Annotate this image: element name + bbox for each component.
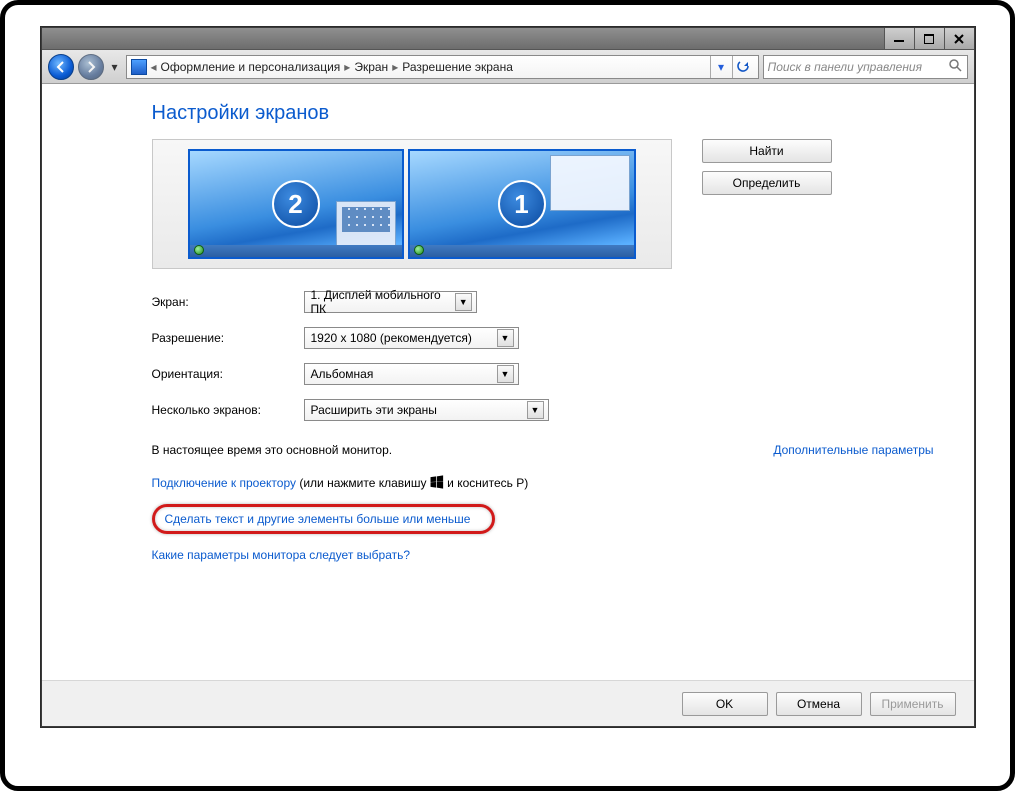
display-arrangement[interactable]: 2 1 <box>152 139 672 269</box>
chevron-down-icon: ▼ <box>455 293 472 311</box>
multiple-displays-select[interactable]: Расширить эти экраны ▼ <box>304 399 549 421</box>
resolution-label: Разрешение: <box>152 331 304 345</box>
monitor-2[interactable]: 2 <box>188 149 404 259</box>
chevron-right-icon: ◂ <box>151 60 157 74</box>
arrow-left-icon <box>55 61 67 73</box>
titlebar <box>42 28 974 50</box>
window-frame: ▾ ◂ Оформление и персонализация ▸ Экран … <box>41 27 975 727</box>
arrow-right-icon <box>85 61 97 73</box>
multiple-displays-value: Расширить эти экраны <box>311 403 437 417</box>
orientation-label: Ориентация: <box>152 367 304 381</box>
multiple-displays-label: Несколько экранов: <box>152 403 304 417</box>
monitor-number: 2 <box>272 180 320 228</box>
apply-button: Применить <box>870 692 956 716</box>
chevron-down-icon: ▼ <box>527 401 544 419</box>
back-button[interactable] <box>48 54 74 80</box>
footer-buttons: OK Отмена Применить <box>42 680 974 726</box>
identify-button[interactable]: Определить <box>702 171 832 195</box>
windows-key-icon <box>430 475 444 489</box>
maximize-button[interactable] <box>914 28 944 49</box>
chevron-down-icon: ▼ <box>497 329 514 347</box>
orientation-value: Альбомная <box>311 367 374 381</box>
refresh-button[interactable] <box>732 56 754 78</box>
resolution-select[interactable]: 1920 x 1080 (рекомендуется) ▼ <box>304 327 519 349</box>
breadcrumb-part[interactable]: Разрешение экрана <box>402 60 513 74</box>
minimize-button[interactable] <box>884 28 914 49</box>
maximize-icon <box>924 34 934 44</box>
advanced-settings-link[interactable]: Дополнительные параметры <box>773 443 933 457</box>
minimize-icon <box>894 34 904 44</box>
address-bar[interactable]: ◂ Оформление и персонализация ▸ Экран ▸ … <box>126 55 759 79</box>
projector-link[interactable]: Подключение к проектору <box>152 476 297 490</box>
detect-button[interactable]: Найти <box>702 139 832 163</box>
screen-value: 1. Дисплей мобильного ПК <box>311 288 455 316</box>
mini-window-icon <box>336 201 396 251</box>
close-icon <box>954 34 964 44</box>
chevron-right-icon: ▸ <box>344 60 350 74</box>
which-settings-link[interactable]: Какие параметры монитора следует выбрать… <box>152 548 411 562</box>
chevron-right-icon: ▸ <box>392 60 398 74</box>
navigation-bar: ▾ ◂ Оформление и персонализация ▸ Экран … <box>42 50 974 84</box>
screen-select[interactable]: 1. Дисплей мобильного ПК ▼ <box>304 291 477 313</box>
screen-label: Экран: <box>152 295 304 309</box>
page-title: Настройки экранов <box>152 102 934 125</box>
monitor-number: 1 <box>498 180 546 228</box>
refresh-icon <box>736 60 750 74</box>
search-input[interactable]: Поиск в панели управления <box>763 55 968 79</box>
projector-hint-b: и коснитесь P) <box>444 476 528 490</box>
resolution-value: 1920 x 1080 (рекомендуется) <box>311 331 472 345</box>
cancel-button[interactable]: Отмена <box>776 692 862 716</box>
address-dropdown[interactable]: ▾ <box>710 56 732 78</box>
orientation-select[interactable]: Альбомная ▼ <box>304 363 519 385</box>
breadcrumb-part[interactable]: Оформление и персонализация <box>161 60 341 74</box>
search-icon <box>948 58 962 75</box>
primary-monitor-status: В настоящее время это основной монитор. <box>152 443 393 457</box>
annotation-highlight: Сделать текст и другие элементы больше и… <box>152 504 496 534</box>
projector-hint-a: (или нажмите клавишу <box>296 476 430 490</box>
search-placeholder: Поиск в панели управления <box>768 60 923 74</box>
close-button[interactable] <box>944 28 974 49</box>
breadcrumb-part[interactable]: Экран <box>354 60 388 74</box>
text-size-link[interactable]: Сделать текст и другие элементы больше и… <box>165 512 471 526</box>
chevron-down-icon: ▼ <box>497 365 514 383</box>
forward-button[interactable] <box>78 54 104 80</box>
history-dropdown[interactable]: ▾ <box>108 54 122 80</box>
control-panel-icon <box>131 59 147 75</box>
ok-button[interactable]: OK <box>682 692 768 716</box>
monitor-1[interactable]: 1 <box>408 149 636 259</box>
